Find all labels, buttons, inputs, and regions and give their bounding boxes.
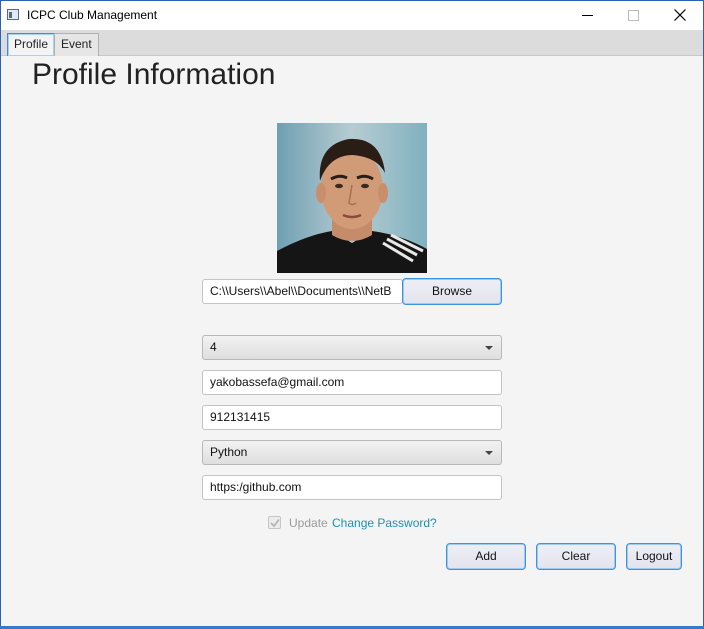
app-window: ICPC Club Management Profile Event Profi… [0, 0, 704, 629]
chevron-down-icon [485, 346, 493, 350]
language-select[interactable]: Python [202, 440, 502, 465]
profile-photo [277, 123, 427, 273]
add-button[interactable]: Add [446, 543, 526, 570]
app-window-icon [7, 9, 19, 20]
close-button[interactable] [657, 1, 703, 30]
clear-button[interactable]: Clear [536, 543, 616, 570]
tab-event[interactable]: Event [54, 33, 99, 56]
chevron-down-icon [485, 451, 493, 455]
browse-button[interactable]: Browse [402, 278, 502, 305]
minimize-button[interactable] [565, 1, 611, 30]
close-icon [674, 9, 686, 21]
checkmark-icon [270, 518, 280, 528]
tab-bar: Profile Event [1, 30, 703, 56]
update-checkbox[interactable] [268, 516, 281, 529]
logout-button[interactable]: Logout [626, 543, 682, 570]
maximize-button[interactable] [611, 1, 657, 30]
title-bar: ICPC Club Management [1, 1, 703, 30]
update-label: Update [289, 516, 328, 530]
change-password-link[interactable]: Change Password? [332, 515, 437, 531]
github-field[interactable]: https:/github.com [202, 475, 502, 500]
window-title: ICPC Club Management [27, 8, 158, 22]
photo-path-input[interactable]: C:\\Users\\Abel\\Documents\\NetB [202, 279, 403, 304]
year-select-value: 4 [210, 340, 217, 354]
tab-profile[interactable]: Profile [7, 33, 56, 56]
language-select-value: Python [210, 445, 248, 459]
email-field[interactable]: yakobassefa@gmail.com [202, 370, 502, 395]
year-select[interactable]: 4 [202, 335, 502, 360]
profile-photo-image [277, 123, 427, 273]
phone-field[interactable]: 912131415 [202, 405, 502, 430]
page-title: Profile Information [32, 58, 276, 91]
